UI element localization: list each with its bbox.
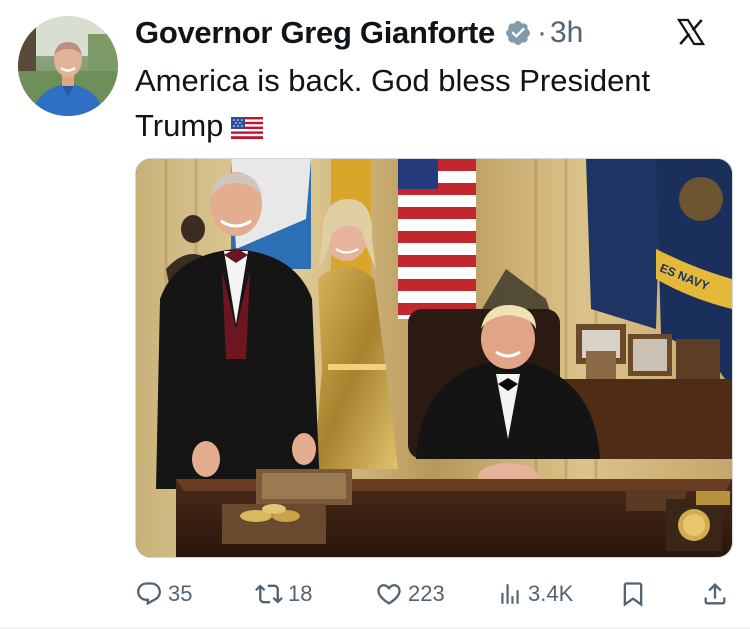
share-icon (704, 583, 726, 605)
like-button[interactable]: 223 (375, 576, 445, 612)
tweet: Governor Greg Gianforte · 3h America is … (0, 0, 750, 629)
repost-icon (255, 584, 283, 604)
bookmark-button[interactable] (619, 576, 647, 612)
display-name[interactable]: Governor Greg Gianforte (135, 15, 495, 51)
tweet-text-line-2: Trump (135, 103, 725, 148)
tweet-photo[interactable]: ES NAVY (135, 158, 733, 558)
bookmark-icon (623, 582, 643, 607)
avatar[interactable] (18, 16, 118, 116)
x-logo-icon[interactable] (674, 15, 708, 49)
like-count: 223 (408, 581, 445, 606)
tweet-header: Governor Greg Gianforte · 3h (135, 13, 730, 53)
views-icon (501, 584, 519, 604)
views-button[interactable]: 3.4K (497, 576, 573, 612)
repost-count: 18 (288, 581, 313, 606)
us-flag-icon (231, 117, 264, 139)
tweet-text-line-1: America is back. God bless President (135, 63, 651, 98)
timestamp[interactable]: 3h (550, 16, 583, 50)
views-count: 3.4K (528, 581, 574, 606)
verified-badge-icon[interactable] (504, 19, 532, 47)
like-icon (377, 584, 401, 605)
reply-button[interactable]: 35 (135, 576, 192, 612)
separator-dot: · (537, 16, 547, 49)
tweet-text-trump: Trump (135, 108, 224, 143)
repost-button[interactable]: 18 (255, 576, 312, 612)
share-button[interactable] (701, 576, 729, 612)
action-bar: 35 18 223 3.4K (135, 576, 735, 612)
reply-icon (137, 582, 161, 606)
reply-count: 35 (168, 581, 193, 606)
tweet-text: America is back. God bless President Tru… (135, 58, 725, 148)
